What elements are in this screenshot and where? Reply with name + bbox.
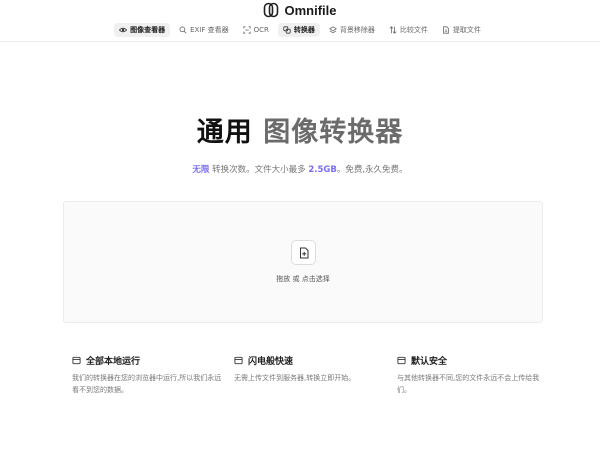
file-plus-icon	[299, 247, 308, 258]
add-file-button[interactable]	[291, 240, 316, 265]
subtitle-highlight-size: 2.5GB	[308, 165, 337, 175]
nav-item-label: 背景移除器	[339, 26, 375, 34]
feature-desc: 无需上传文件到服务器,转换立即开始。	[234, 374, 356, 382]
nav-item-compare-files[interactable]: 比较文件	[384, 23, 433, 37]
nav-item-exif-viewer[interactable]: EXIF 查看器	[174, 23, 234, 37]
feature-title: 闪电般快速	[234, 354, 384, 367]
brand-name: Omnifile	[284, 2, 337, 18]
page-title: 通用 图像转换器	[0, 113, 600, 153]
subtitle: 无限 转换次数。文件大小最多 2.5GB。免费,永久免费。	[0, 163, 600, 175]
nav-item-label: 图像查看器	[130, 26, 166, 34]
feature-local: 全部本地运行 我们的转换器在您的浏览器中运行,所以我们永远看不到您的数据。	[72, 354, 222, 396]
feature-fast: 闪电般快速 无需上传文件到服务器,转换立即开始。	[234, 354, 384, 384]
layers-icon	[328, 26, 337, 34]
feature-title-text: 默认安全	[411, 356, 448, 367]
nav-item-label: EXIF 查看器	[190, 26, 229, 34]
window-icon	[234, 356, 243, 364]
dropzone-text: 拖放 或 点击选择	[276, 275, 330, 283]
nav-item-label: OCR	[253, 26, 269, 34]
subtitle-text-2: 。免费,永久免费。	[336, 165, 408, 175]
brand[interactable]: Omnifile	[0, 2, 600, 18]
subtitle-text-1: 转换次数。文件大小最多	[209, 165, 309, 175]
nav-item-image-viewer[interactable]: 图像查看器	[114, 23, 171, 37]
feature-title: 默认安全	[397, 354, 547, 367]
file-dropzone[interactable]: 拖放 或 点击选择	[63, 201, 543, 323]
nav-item-label: 比较文件	[399, 26, 428, 34]
feature-title-text: 闪电般快速	[248, 356, 294, 367]
title-muted: 图像转换器	[263, 117, 404, 148]
feature-desc: 与其他转换器不同,您的文件永远不会上传给我们。	[397, 374, 540, 394]
title-strong: 通用	[196, 117, 253, 148]
hero: 通用 图像转换器	[0, 113, 600, 153]
compare-icon	[389, 26, 397, 34]
nav-item-label: 提取文件	[452, 26, 481, 34]
nav-item-converter[interactable]: 转换器	[277, 23, 320, 37]
search-icon	[179, 26, 187, 34]
feature-desc: 我们的转换器在您的浏览器中运行,所以我们永远看不到您的数据。	[72, 374, 222, 394]
window-icon	[397, 356, 406, 364]
nav-item-extract-files[interactable]: 提取文件	[437, 23, 486, 37]
nav-item-label: 转换器	[293, 26, 315, 34]
subtitle-highlight-unlimited: 无限	[192, 165, 210, 175]
convert-icon	[283, 26, 291, 34]
omnifile-logo-icon	[264, 2, 279, 18]
main-nav: 图像查看器 EXIF 查看器 OCR 转换器 背景移除器 比较文件 提取文件	[0, 23, 600, 37]
file-extract-icon	[443, 26, 449, 34]
window-icon	[72, 356, 81, 364]
ocr-scan-icon	[243, 26, 251, 34]
feature-title-text: 全部本地运行	[86, 356, 141, 367]
nav-item-background-remover[interactable]: 背景移除器	[324, 23, 380, 37]
eye-icon	[119, 27, 128, 33]
feature-title: 全部本地运行	[72, 354, 222, 367]
feature-secure: 默认安全 与其他转换器不同,您的文件永远不会上传给我们。	[397, 354, 547, 396]
top-header: Omnifile 图像查看器 EXIF 查看器 OCR 转换器 背景移除器 比较…	[0, 0, 600, 42]
nav-item-ocr[interactable]: OCR	[238, 23, 274, 37]
